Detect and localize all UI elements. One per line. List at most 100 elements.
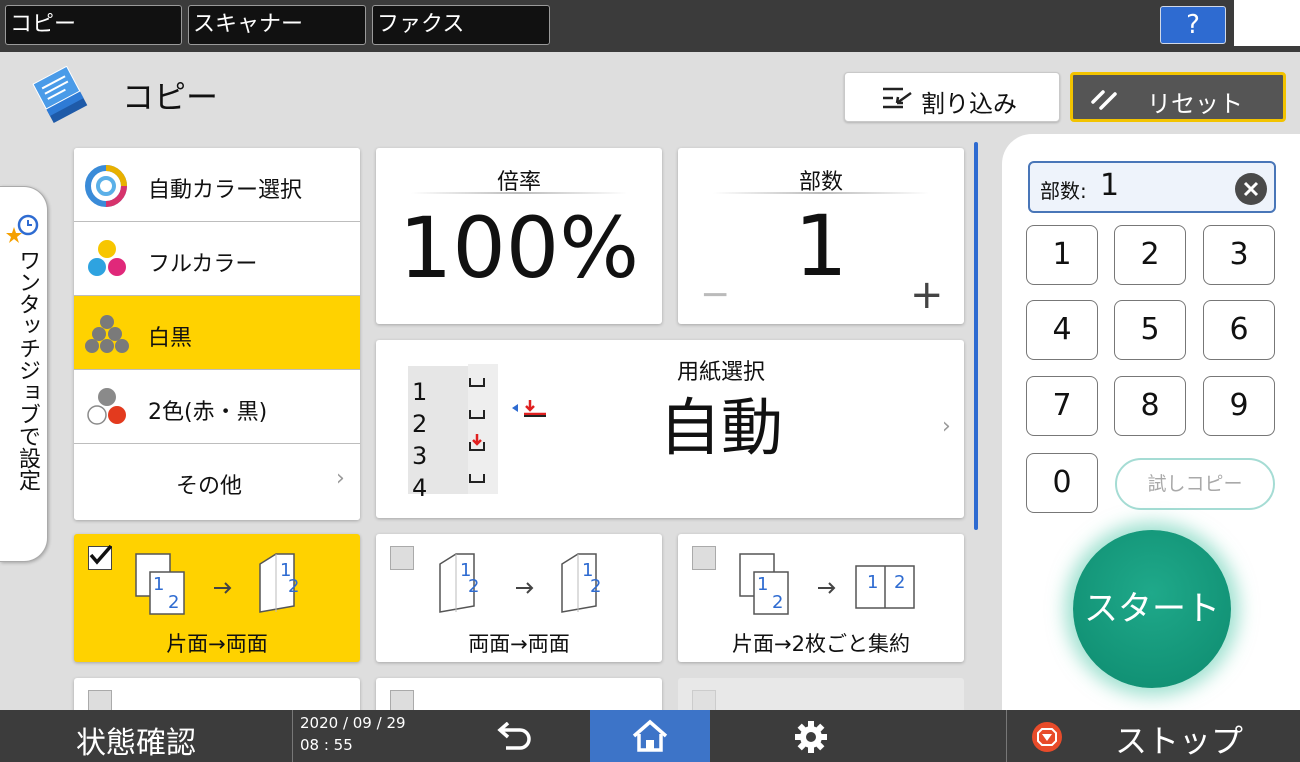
home-icon [632,719,668,752]
duplex-two-to-two[interactable]: 1 2 1 2 両面→両面 [376,534,662,662]
reset-icon [1091,90,1117,110]
zoom-card[interactable]: 倍率 100% [376,148,662,324]
copies-input[interactable]: 部数: 1 [1028,161,1276,213]
scrollbar[interactable] [974,142,978,530]
help-button[interactable]: ? [1160,6,1226,44]
duplex-one-to-two-label: 片面→両面 [166,632,268,656]
page-2-label: 2 [468,576,480,597]
tab-copy[interactable]: コピー [5,5,182,45]
tray-1-label: 1 [412,378,428,406]
copies-title-divider [713,192,929,194]
reset-button[interactable]: リセット [1070,72,1286,122]
duplex-two-to-two-label: 両面→両面 [468,632,570,656]
zoom-value: 100% [398,199,640,297]
settings-button[interactable] [712,710,912,762]
trial-copy-button[interactable]: 試しコピー [1115,458,1275,510]
duplex-combine-two-label: 片面→2枚ごと集約 [732,632,910,656]
clear-icon[interactable] [1234,172,1268,206]
interrupt-button[interactable]: 割り込み [844,72,1060,122]
checkbox[interactable] [692,546,716,570]
copies-input-label: 部数: [1040,179,1087,203]
color-mode-full-color[interactable]: フルカラー [74,222,360,296]
keypad-key-3[interactable]: 3 [1203,225,1275,285]
tray-3-label: 3 [412,442,428,470]
full-color-icon [88,240,126,276]
color-mode-two-color[interactable]: 2色(赤・黒) [74,370,360,444]
divider [292,710,293,762]
tab-fax[interactable]: ファクス [372,5,550,45]
keypad-key-7[interactable]: 7 [1026,376,1098,436]
keypad-key-1[interactable]: 1 [1026,225,1098,285]
keypad-key-5[interactable]: 5 [1114,300,1186,360]
stop-icon [1032,722,1062,752]
paper-select-card[interactable]: 1 2 3 4 用紙選択 自動 › [376,340,964,518]
page-2-label: 2 [168,592,180,613]
zoom-title-divider [411,192,627,194]
one-touch-job-label: ワンタッチジョブで設定 [15,249,40,491]
duplex-combine-two[interactable]: 1 2 1 2 片面→2枚ごと集約 [678,534,964,662]
tray-2-label: 2 [412,410,428,438]
page-2-label: 2 [590,576,602,597]
date-display: 2020 / 09 / 29 [300,714,406,732]
color-mode-other[interactable]: その他 › [74,444,360,520]
status-check-button[interactable]: 状態確認 [0,710,292,762]
copy-app-icon [32,66,88,124]
status-check-label: 状態確認 [76,726,196,761]
increment-button[interactable]: + [910,272,944,318]
auto-color-icon [85,165,127,207]
checkmark-icon [89,544,112,565]
interrupt-label: 割り込み [921,90,1017,118]
color-mode-black-white[interactable]: 白黒 [74,296,360,370]
stop-label: ストップ [1115,722,1244,760]
home-button[interactable] [590,710,710,762]
color-mode-auto[interactable]: 自動カラー選択 [74,148,360,222]
one-touch-job-tab[interactable]: ワンタッチジョブで設定 [0,186,48,562]
top-bar: コピー スキャナー ファクス ? [0,0,1300,52]
tab-scanner[interactable]: スキャナー [188,5,366,45]
checkbox[interactable] [390,546,414,570]
tray-numbers: 1 2 3 4 [412,376,427,504]
page-1-label: 1 [153,574,165,595]
copies-card[interactable]: 部数 1 − + [678,148,964,324]
back-button[interactable] [440,710,588,762]
keypad-key-9[interactable]: 9 [1203,376,1275,436]
keypad-key-8[interactable]: 8 [1114,376,1186,436]
back-arrow-icon [497,722,531,750]
page-2-label: 2 [772,592,784,613]
page-1-label: 1 [757,574,769,595]
black-white-icon [85,315,129,353]
tray-4-label: 4 [412,474,428,502]
reset-label: リセット [1147,90,1243,118]
moon-icon [1258,10,1274,37]
color-mode-black-white-label: 白黒 [148,326,193,351]
chevron-right-icon: › [336,466,345,491]
decrement-button[interactable]: − [700,274,730,315]
duplex-one-to-two[interactable]: 1 2 1 2 片面→両面 [74,534,360,662]
paper-title: 用紙選択 [676,360,765,385]
bottom-bar: 状態確認 2020 / 09 / 29 08 : 55 ストップ [0,710,1300,762]
sleep-mode-button[interactable] [1234,0,1300,46]
color-mode-list: 自動カラー選択 フルカラー 白黒 2色(赤・黒) その他 › [74,148,360,520]
start-button[interactable]: スタート [1073,530,1231,688]
interrupt-icon [883,87,912,109]
keypad-key-6[interactable]: 6 [1203,300,1275,360]
color-mode-two-color-label: 2色(赤・黒) [148,400,268,425]
keypad-key-4[interactable]: 4 [1026,300,1098,360]
gear-icon [795,721,827,753]
stop-button[interactable]: ストップ [1007,710,1300,762]
time-display: 08 : 55 [300,736,353,754]
page-2-label: 2 [288,576,300,597]
copies-input-value: 1 [1100,168,1120,203]
color-mode-other-label: その他 [175,474,242,499]
color-mode-auto-label: 自動カラー選択 [148,178,303,203]
color-mode-full-color-label: フルカラー [148,252,258,277]
keypad-key-2[interactable]: 2 [1114,225,1186,285]
checkbox-checked[interactable] [88,544,112,570]
page-2-label: 2 [894,572,906,593]
keypad-key-0[interactable]: 0 [1026,453,1098,513]
paper-value: 自動 [658,391,783,464]
page-1-label: 1 [867,572,879,593]
history-star-icon [6,214,39,243]
chevron-right-icon: › [942,414,951,439]
page-title: コピー [122,78,219,116]
